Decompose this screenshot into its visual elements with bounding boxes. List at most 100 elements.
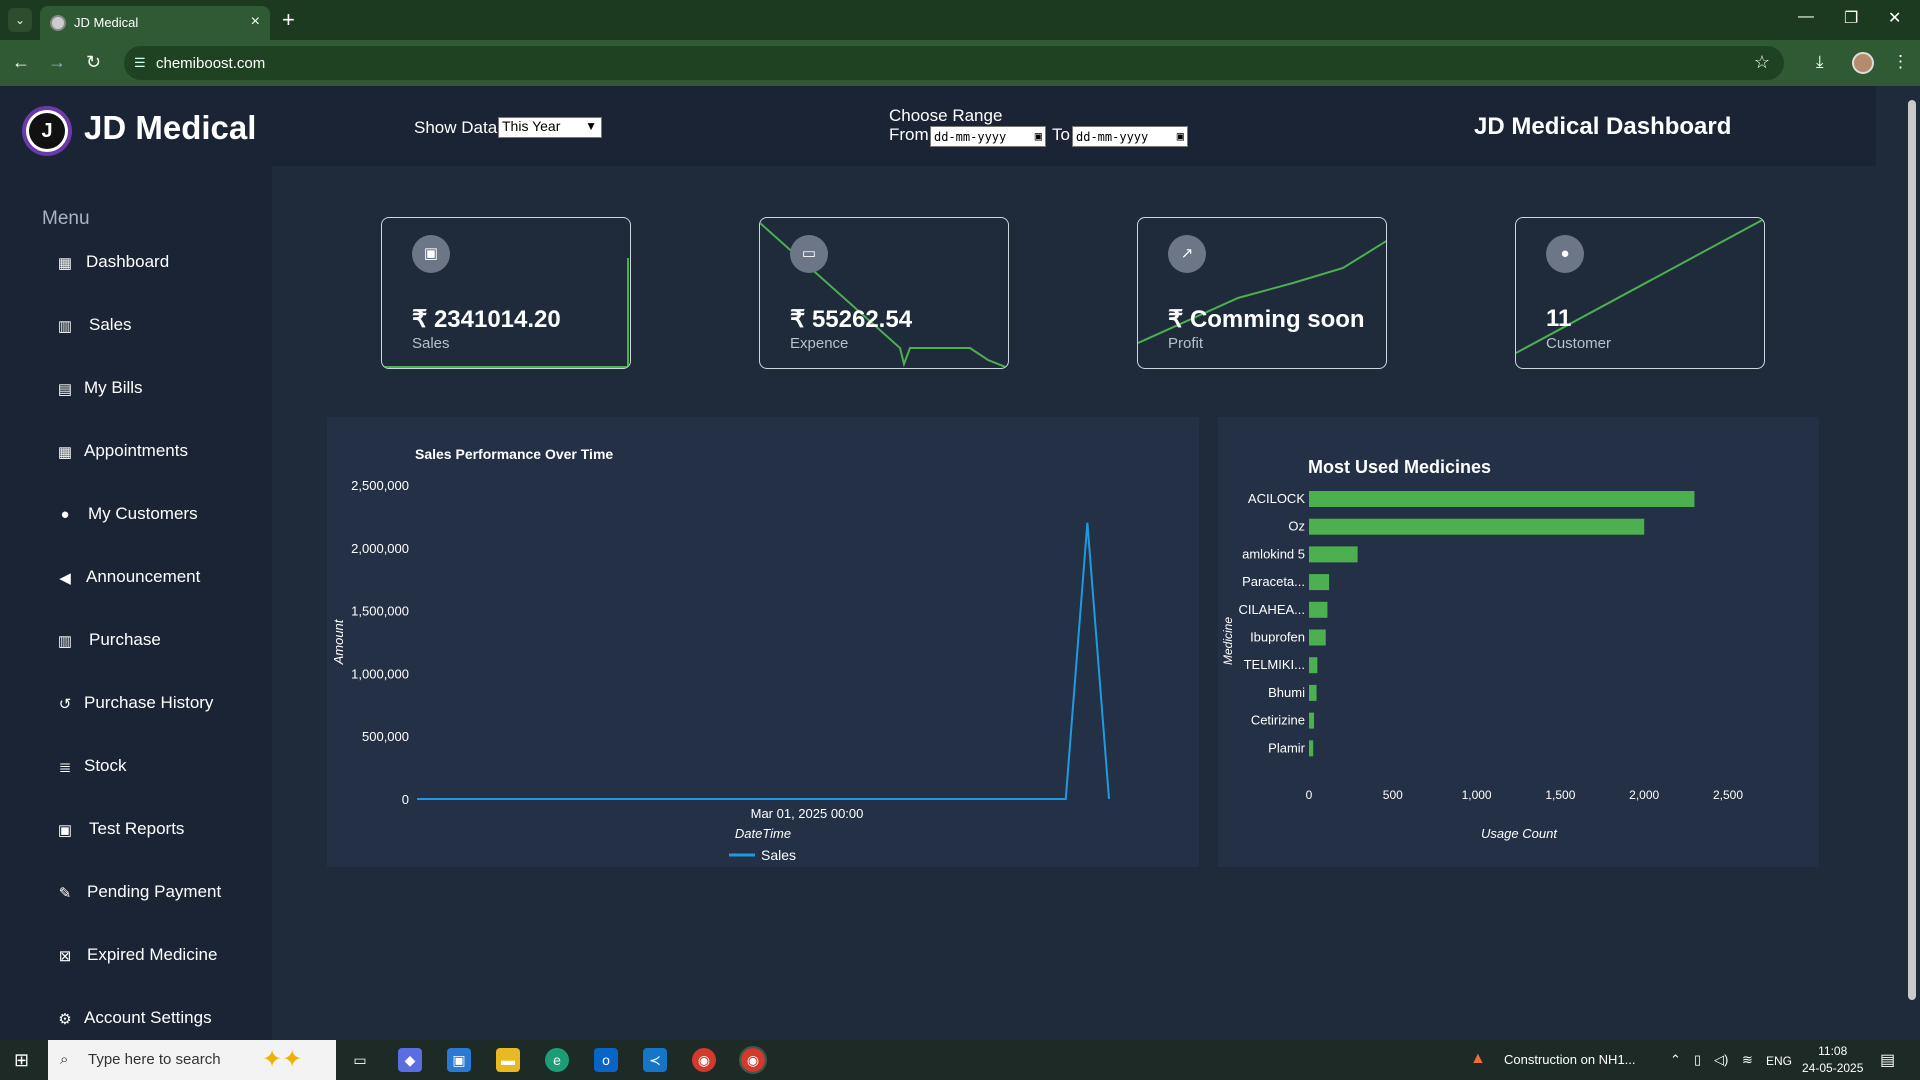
chrome-icon[interactable]: ◉ — [692, 1048, 716, 1072]
calendar-icon[interactable]: ▣ — [1035, 129, 1042, 143]
wifi-icon[interactable]: ≋ — [1742, 1052, 1753, 1068]
news-icon: ▲ — [1470, 1050, 1486, 1067]
file-icon: ▤ — [57, 381, 73, 398]
category-label: TELMIKI... — [1244, 657, 1305, 672]
x-tick-label: 2,000 — [1629, 788, 1659, 802]
stat-card-profit[interactable]: ↗ ₹ Comming soon Profit — [1137, 217, 1387, 369]
stat-label: Customer — [1546, 335, 1612, 352]
tab-close-icon[interactable]: × — [251, 13, 260, 31]
sales-chart[interactable]: Sales Performance Over Time 0 500,000 1,000… — [327, 417, 1199, 867]
sparkle-icon: ✦✦ — [262, 1046, 303, 1073]
sidebar-item-label: My Customers — [88, 504, 198, 523]
bookmark-star-icon[interactable]: ☆ — [1754, 52, 1770, 73]
y-tick-label: 0 — [402, 792, 409, 807]
notification-icon[interactable]: ▤ — [1880, 1050, 1895, 1070]
profile-avatar[interactable] — [1852, 52, 1874, 74]
search-icon: ⌕ — [60, 1051, 69, 1068]
network-icon[interactable]: ▯ — [1694, 1052, 1701, 1068]
sidebar-item-label: My Bills — [84, 378, 143, 397]
y-axis-label: Medicine — [1221, 617, 1235, 665]
category-label: Bhumi — [1268, 685, 1305, 700]
users-icon: ● — [1546, 235, 1584, 273]
forward-icon[interactable]: → — [48, 52, 66, 73]
reload-icon[interactable]: ↻ — [86, 52, 101, 73]
category-label: CILAHEA... — [1239, 602, 1305, 617]
bar — [1309, 574, 1330, 591]
edge-icon[interactable]: e — [545, 1048, 569, 1072]
menu-heading: Menu — [42, 208, 90, 229]
taskbar-search[interactable]: ⌕ Type here to search ✦✦ — [48, 1040, 336, 1080]
calendar-x-icon: ⊠ — [58, 948, 72, 965]
stat-label: Profit — [1168, 335, 1204, 352]
logo-icon: J — [22, 106, 72, 156]
category-label: Paraceta... — [1242, 574, 1305, 589]
bar — [1309, 629, 1326, 646]
download-icon[interactable]: ⤓ — [1816, 52, 1824, 72]
bar-chart-icon: ▥ — [57, 318, 73, 335]
site-info-icon[interactable]: ☰ — [134, 55, 146, 71]
volume-icon[interactable]: ◁) — [1714, 1052, 1728, 1068]
credit-card-icon: ▭ — [790, 235, 828, 273]
file-explorer-icon[interactable]: ▬ — [496, 1048, 520, 1072]
outlook-icon[interactable]: o — [594, 1048, 618, 1072]
stat-label: Sales — [412, 335, 450, 352]
url-text: chemiboost.com — [156, 55, 266, 72]
to-date-placeholder: dd-mm-yyyy — [1076, 130, 1149, 144]
back-icon[interactable]: ← — [12, 52, 30, 73]
stat-label: Expence — [790, 335, 849, 352]
show-data-select[interactable]: This Year ▼ — [498, 117, 602, 138]
windows-start-icon[interactable]: ⊞ — [14, 1050, 34, 1070]
tray-chevron-icon[interactable]: ⌃ — [1670, 1052, 1681, 1068]
y-tick-label: 2,500,000 — [351, 478, 409, 493]
y-axis-label: Amount — [331, 618, 346, 665]
stat-card-customer[interactable]: ● 11 Customer — [1515, 217, 1765, 369]
scrollbar-thumb[interactable] — [1908, 100, 1916, 1000]
stat-card-sales[interactable]: ▣ ₹ 2341014.20 Sales — [381, 217, 631, 369]
copilot-icon[interactable]: ◆ — [398, 1048, 422, 1072]
medicines-chart[interactable]: Most Used MedicinesACILOCK Oz amlokind 5 Pa… — [1218, 417, 1819, 867]
window-close-icon[interactable]: ✕ — [1888, 8, 1901, 28]
language-indicator[interactable]: ENG — [1766, 1054, 1792, 1068]
address-bar: ← → ↻ ☰ chemiboost.com ☆ ⤓ ⋮ — [0, 40, 1920, 86]
y-tick-label: 500,000 — [362, 729, 409, 744]
sidebar-item-label: Announcement — [86, 567, 201, 586]
clock-date: 24-05-2025 — [1802, 1061, 1864, 1075]
x-tick-label: 1,000 — [1462, 788, 1492, 802]
news-ticker[interactable]: Construction on NH1... — [1504, 1052, 1636, 1067]
taskbar: ⊞ ⌕ Type here to search ✦✦ ▭ ◆ ▣ ▬ e o ≺… — [0, 1040, 1920, 1080]
url-field[interactable]: ☰ chemiboost.com ☆ — [124, 46, 1784, 80]
x-tick-label: 1,500 — [1545, 788, 1575, 802]
y-tick-label: 1,500,000 — [351, 604, 409, 619]
chrome-active-icon[interactable]: ◉ — [739, 1046, 767, 1074]
task-view-icon[interactable]: ▭ — [348, 1048, 372, 1072]
chrome-menu-icon[interactable]: ⋮ — [1892, 52, 1909, 72]
minimize-icon[interactable]: — — [1798, 8, 1814, 26]
legend-label: Sales — [761, 847, 796, 863]
megaphone-icon: ◀ — [59, 570, 71, 587]
from-date-input[interactable]: dd-mm-yyyy ▣ — [930, 126, 1046, 147]
clock[interactable]: 11:08 24-05-2025 — [1802, 1043, 1863, 1077]
medicines-chart-panel: Most Used Medicines ACILOCK Oz amlokind 5 Pa… — [1218, 417, 1819, 867]
show-data-value: This Year — [502, 118, 561, 134]
gear-icon: ⚙ — [58, 1011, 72, 1028]
x-axis-label: Usage Count — [1481, 826, 1558, 841]
new-tab-icon[interactable]: + — [282, 7, 295, 33]
favicon-icon — [50, 15, 66, 31]
sidebar-item-label: Purchase History — [84, 693, 214, 712]
vscode-icon[interactable]: ≺ — [643, 1048, 667, 1072]
range-title: Choose Range — [889, 106, 1003, 125]
bar — [1309, 518, 1645, 535]
stat-card-expence[interactable]: ▭ ₹ 55262.54 Expence — [759, 217, 1009, 369]
restore-icon[interactable]: ❐ — [1844, 8, 1858, 28]
chevron-down-icon: ▼ — [585, 119, 597, 133]
browser-tab[interactable]: JD Medical × — [40, 6, 270, 40]
sidebar-item-label: Purchase — [89, 630, 161, 649]
tab-search-icon[interactable]: ⌄ — [8, 8, 32, 32]
sidebar-item-label: Dashboard — [86, 252, 170, 271]
category-label: Cetirizine — [1251, 713, 1305, 728]
to-date-input[interactable]: dd-mm-yyyy ▣ — [1072, 126, 1188, 147]
bar — [1309, 740, 1314, 757]
store-icon[interactable]: ▣ — [447, 1048, 471, 1072]
calendar-icon[interactable]: ▣ — [1177, 129, 1184, 143]
page-scrollbar[interactable] — [1904, 86, 1920, 1040]
